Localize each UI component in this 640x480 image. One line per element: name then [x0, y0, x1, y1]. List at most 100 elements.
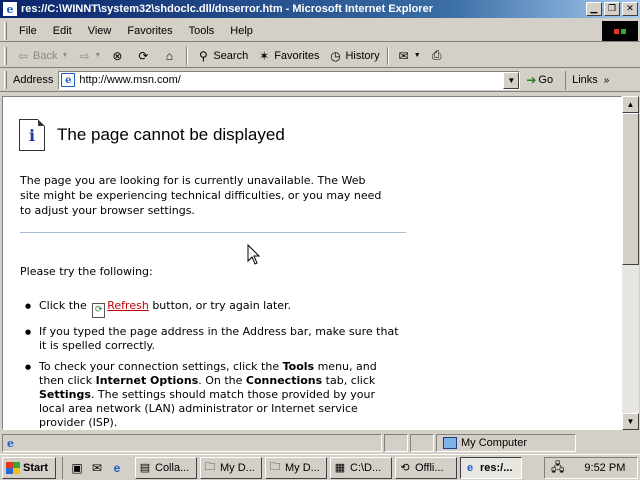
system-tray: 🖧 9:52 PM: [544, 457, 638, 479]
chevron-right-icon[interactable]: »: [604, 75, 610, 86]
ie-window: e res://C:\WINNT\system32\shdoclc.dll/dn…: [0, 0, 640, 480]
links-label: Links: [572, 74, 598, 86]
task-button[interactable]: ⟲ Offli...: [395, 456, 457, 479]
tip-text: button, or try again later.: [152, 299, 292, 312]
toolbar-separator: [386, 46, 389, 65]
refresh-icon: ⟳: [138, 48, 149, 63]
menu-help[interactable]: Help: [222, 25, 261, 37]
status-panel: [410, 434, 434, 452]
intro-line-3: to adjust your browser settings.: [20, 204, 195, 217]
zone-label: My Computer: [461, 437, 528, 449]
folder-icon: 🗀: [269, 461, 281, 473]
clock[interactable]: 9:52 PM: [584, 462, 625, 474]
windows-flag-icon: [6, 461, 20, 474]
start-label: Start: [23, 461, 49, 474]
back-label: Back: [33, 49, 58, 62]
divider: [20, 232, 406, 233]
error-header: i The page cannot be displayed: [19, 119, 285, 151]
task-button[interactable]: 🗀 My D...: [265, 456, 327, 479]
tip-text: Click the: [39, 299, 87, 312]
home-icon: ⌂: [165, 48, 173, 63]
task-label: Colla...: [155, 461, 190, 474]
menu-bar: File Edit View Favorites Tools Help: [0, 20, 640, 42]
scroll-thumb[interactable]: [622, 113, 639, 265]
menu-tools[interactable]: Tools: [181, 25, 223, 37]
task-label: My D...: [285, 461, 320, 474]
forward-dropdown-icon: ▼: [94, 52, 102, 59]
suggestion-list: Click the ⟳Refresh button, or try again …: [25, 299, 399, 429]
toolbar-separator: [186, 46, 189, 65]
forward-button[interactable]: ⇨ ▼: [72, 45, 105, 67]
info-icon: i: [19, 119, 45, 151]
search-button[interactable]: ⚲ Search: [191, 45, 252, 67]
task-button[interactable]: 🗀 My D...: [200, 456, 262, 479]
home-button[interactable]: ⌂: [157, 45, 183, 67]
task-button[interactable]: ▤ Colla...: [135, 456, 197, 479]
stop-icon: ⊗: [112, 48, 123, 63]
archive-icon: ▦: [334, 462, 346, 474]
refresh-icon: ⟳: [92, 303, 106, 318]
internet-explorer-icon[interactable]: e: [109, 460, 125, 476]
windows-logo-icon: [602, 21, 638, 41]
intro-line-1: The page you are looking for is currentl…: [20, 174, 366, 187]
menu-file[interactable]: File: [11, 25, 45, 37]
tip-text: To check your connection settings, click…: [39, 360, 283, 373]
minimize-button[interactable]: ▁: [586, 2, 602, 16]
stop-button[interactable]: ⊗: [105, 45, 131, 67]
address-url[interactable]: http://www.msn.com/: [79, 74, 503, 86]
go-button[interactable]: ➔ Go: [526, 73, 553, 87]
intro-line-2: site might be experiencing technical dif…: [20, 189, 382, 202]
scroll-down-button[interactable]: ▼: [622, 413, 639, 430]
tip-text: . On the: [198, 374, 246, 387]
menu-edit[interactable]: Edit: [45, 25, 80, 37]
tools-emphasis: Tools: [282, 360, 315, 373]
address-input[interactable]: e http://www.msn.com/ ▼: [58, 70, 521, 90]
menu-favorites[interactable]: Favorites: [119, 25, 180, 37]
vertical-scrollbar[interactable]: ▲ ▼: [622, 96, 639, 430]
address-dropdown-button[interactable]: ▼: [503, 71, 520, 89]
restore-button[interactable]: ❐: [604, 2, 620, 16]
task-button[interactable]: ▦ C:\D...: [330, 456, 392, 479]
search-icon: ⚲: [198, 48, 208, 63]
favorites-button[interactable]: ✶ Favorites: [252, 45, 323, 67]
mail-icon: ✉: [398, 48, 409, 63]
mail-button[interactable]: ✉ ▼: [392, 45, 425, 67]
refresh-link[interactable]: Refresh: [107, 299, 149, 312]
go-label: Go: [538, 74, 554, 86]
menu-view[interactable]: View: [80, 25, 120, 37]
links-toolbar[interactable]: Links »: [565, 70, 610, 90]
refresh-button[interactable]: ⟳: [131, 45, 157, 67]
mouse-cursor-icon: [247, 244, 261, 265]
close-button[interactable]: ✕: [622, 2, 638, 16]
favorites-star-icon: ✶: [259, 48, 270, 63]
address-label: Address: [13, 74, 54, 86]
tip-text: tab, click: [322, 374, 376, 387]
settings-emphasis: Settings: [39, 388, 91, 401]
history-button[interactable]: ◷ History: [323, 45, 383, 67]
toolbar-grip[interactable]: [4, 46, 7, 65]
quick-launch: ▣ ✉ e: [62, 456, 127, 479]
menu-grip[interactable]: [4, 21, 7, 40]
address-grip[interactable]: [4, 71, 7, 89]
scroll-up-button[interactable]: ▲: [622, 96, 639, 113]
back-button[interactable]: ⇦ Back ▼: [11, 45, 72, 67]
list-item: If you typed the page address in the Add…: [25, 325, 399, 353]
task-button-active[interactable]: e res:/...: [460, 456, 522, 479]
folder-icon: 🗀: [204, 461, 216, 473]
search-label: Search: [213, 49, 249, 62]
start-button[interactable]: Start: [2, 456, 56, 479]
outlook-express-icon[interactable]: ✉: [89, 460, 105, 476]
print-button[interactable]: ⎙: [425, 45, 451, 67]
status-panel: [384, 434, 408, 452]
internet-explorer-icon: e: [466, 461, 474, 474]
address-bar: Address e http://www.msn.com/ ▼ ➔ Go Lin…: [0, 69, 640, 92]
title-bar[interactable]: e res://C:\WINNT\system32\shdoclc.dll/dn…: [0, 0, 640, 18]
standard-toolbar: ⇦ Back ▼ ⇨ ▼ ⊗ ⟳ ⌂ ⚲ Search ✶ Favorites …: [0, 44, 640, 68]
show-desktop-icon[interactable]: ▣: [69, 460, 85, 476]
history-icon: ◷: [330, 48, 341, 63]
mail-dropdown-icon: ▼: [413, 52, 421, 59]
computer-icon: [443, 437, 457, 449]
task-label: C:\D...: [350, 461, 382, 474]
back-dropdown-icon: ▼: [61, 52, 69, 59]
network-icon[interactable]: 🖧: [551, 458, 564, 479]
